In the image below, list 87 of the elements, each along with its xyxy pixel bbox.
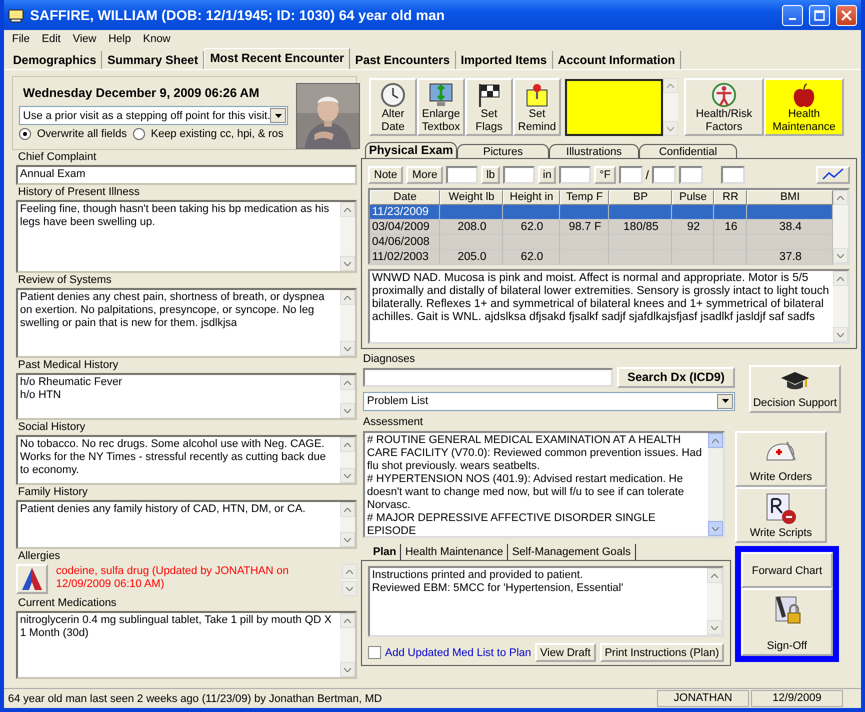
plan-line: Instructions printed and provided to patient. (372, 569, 584, 582)
text-area[interactable]: Patient denies any family history of CAD, HTN, DM, or CA. (16, 500, 357, 549)
column-header[interactable]: RR (714, 190, 747, 205)
forward-chart-button[interactable]: Forward Chart (741, 552, 833, 588)
order-button[interactable]: Write Orders (735, 431, 827, 487)
tab[interactable]: Illustrations (549, 144, 639, 158)
toolbar-button[interactable]: Set Remind (513, 78, 561, 136)
order-button[interactable]: Write Scripts (735, 487, 827, 543)
problem-list-dropdown[interactable]: Problem List (363, 392, 735, 410)
vitals-button[interactable]: Note (368, 166, 404, 184)
unit-label: lb (481, 166, 500, 184)
radio-label: Overwrite all fields (37, 128, 127, 140)
toolbar-button[interactable]: Set Flags (465, 78, 513, 136)
toolbar-button[interactable]: Health Maintenance (764, 78, 844, 136)
menu-item[interactable]: Know (136, 33, 177, 45)
text-area[interactable]: h/o Rheumatic Fever h/o HTN (16, 373, 357, 420)
group-label: Diagnoses (362, 353, 416, 366)
text-field[interactable]: Annual Exam (16, 165, 357, 185)
table-cell: 04/06/2008 (370, 235, 440, 250)
text-area[interactable]: No tobacco. No rec drugs. Some alcohol use with Neg. CAGE. Works for the NY Times - stressful recently as cutting back due to economy. (16, 435, 357, 485)
table-cell: 62.0 (503, 250, 560, 265)
table-cell: 92 (672, 220, 714, 235)
table-cell: 11/23/2009 (370, 205, 440, 220)
table-cell: 38.4 (747, 220, 833, 235)
section-label: History of Present Illness (17, 186, 141, 199)
column-header[interactable]: Pulse (672, 190, 714, 205)
column-header[interactable]: Temp F (560, 190, 609, 205)
section-label: Review of Systems (17, 274, 113, 287)
window-title: SAFFIRE, WILLIAM (DOB: 12/1/1945; ID: 1030) 64 year old man (30, 7, 446, 23)
table-cell: 16 (714, 220, 747, 235)
column-header[interactable]: BP (609, 190, 672, 205)
section-label: Past Medical History (17, 359, 120, 372)
toolbar-button[interactable]: Alter Date (369, 78, 417, 136)
text-area[interactable]: Feeling fine, though hasn't been taking his bp medication as his legs have been swelling up. (16, 200, 357, 273)
column-header[interactable]: BMI (747, 190, 833, 205)
encounter-date: Wednesday December 9, 2009 06:26 AM (22, 85, 260, 102)
table-cell: 37.8 (747, 250, 833, 265)
status-date: 12/9/2009 (751, 690, 843, 707)
assessment-entry: # HYPERTENSION NOS (401.9): Advised restart medication. He doesn't want to change med now, but will f/u to see if can tolerate Norvasc. (367, 473, 686, 512)
table-cell: 208.0 (440, 220, 503, 235)
assessment-entry: # MAJOR DEPRESSIVE AFFECTIVE DISORDER SINGLE EPISODE (367, 512, 657, 536)
separator: / (646, 168, 649, 182)
tab[interactable]: Pictures (457, 144, 549, 158)
text-area[interactable]: WNWD NAD. Mucosa is pink and moist. Affect is normal and appropriate. Motor is 5/5 proximally and distally of bilateral lower extremities. Sensory is grossly intact to light touch bilaterally. Reflexes 1+ and symmetrical of bilateral knees and 1+ symmetrical of bilateral achilles. Gait is WNL. ajdslksa dfjsakd fjsalkf sadjf sjafdlkajsfjasf jsadlkf jasldjf saf sadfs (368, 269, 850, 344)
table-cell: 180/85 (609, 220, 672, 235)
menu-item[interactable]: Help (102, 33, 137, 45)
unit-label: °F (594, 166, 616, 184)
status-message: 64 year old man last seen 2 weeks ago (11/23/09) by Jonathan Bertman, MD (7, 692, 384, 704)
menu-item[interactable]: Edit (36, 33, 67, 45)
text-area[interactable]: nitroglycerin 0.4 mg sublingual tablet, Take 1 pill by mouth QD X 1 Month (30d) (16, 611, 357, 679)
sign-off-button[interactable]: Sign-Off (741, 588, 833, 656)
tab[interactable]: Most Recent Encounter (204, 48, 350, 69)
section-label: Family History (17, 486, 89, 499)
group-label: Assessment (362, 416, 424, 429)
table-cell: 11/02/2003 (370, 250, 440, 265)
column-header[interactable]: Weight lb (440, 190, 503, 205)
column-header[interactable]: Date (370, 190, 440, 205)
search-button[interactable]: Search Dx (ICD9) (617, 366, 735, 388)
plan-line: Reviewed EBM: 5MCC for 'Hypertension, Essential' (372, 582, 624, 595)
table-cell: 98.7 F (560, 220, 609, 235)
section-label: Allergies (17, 550, 62, 563)
column-header[interactable]: Height in (503, 190, 560, 205)
add-med-list-link[interactable]: Add Updated Med List to Plan (385, 646, 532, 658)
menu-item[interactable]: View (66, 33, 102, 45)
toolbar-button[interactable]: Health/Risk Factors (684, 78, 764, 136)
vitals-button[interactable]: More (406, 166, 444, 184)
allergy-text: codeine, sulfa drug (Updated by JONATHAN on 12/09/2009 06:10 AM) (56, 564, 290, 592)
text-area[interactable]: Patient denies any chest pain, shortness of breath, or dyspnea on exertion. No palpitations, presyncope, or syncope. No leg swelling or pain that is new for them. jsdlkjsa (16, 288, 357, 358)
plan-button[interactable]: View Draft (535, 643, 596, 662)
table-cell: 03/04/2009 (370, 220, 440, 235)
status-user: JONATHAN (657, 690, 749, 707)
section-label: Social History (17, 421, 86, 434)
plan-button[interactable]: Print Instructions (Plan) (600, 643, 724, 662)
table-cell: 62.0 (503, 220, 560, 235)
text-area[interactable]: Instructions printed and provided to patient. Reviewed EBM: 5MCC for 'Hypertension, Essential' (368, 566, 724, 637)
table-cell: 205.0 (440, 250, 503, 265)
prior-visit-dropdown[interactable]: Use a prior visit as a stepping off point for this visit. (19, 106, 288, 125)
tab[interactable]: Confidential (639, 144, 737, 158)
section-label: Current Medications (17, 597, 118, 610)
assessment-entry: # ROUTINE GENERAL MEDICAL EXAMINATION AT A HEALTH CARE FACILITY (V70.0): Reviewed common prevention issues. Had flu shot previously. wears seatbelts. (367, 434, 703, 473)
radio-label: Keep existing cc, hpi, & ros (150, 128, 284, 140)
section-label: Chief Complaint (17, 151, 98, 164)
unit-label: in (538, 166, 556, 184)
toolbar-button[interactable]: Enlarge Textbox (417, 78, 465, 136)
tab[interactable]: Physical Exam (365, 142, 457, 158)
menu-item[interactable]: File (6, 33, 36, 45)
decision-support-button[interactable]: Decision Support (749, 365, 841, 413)
